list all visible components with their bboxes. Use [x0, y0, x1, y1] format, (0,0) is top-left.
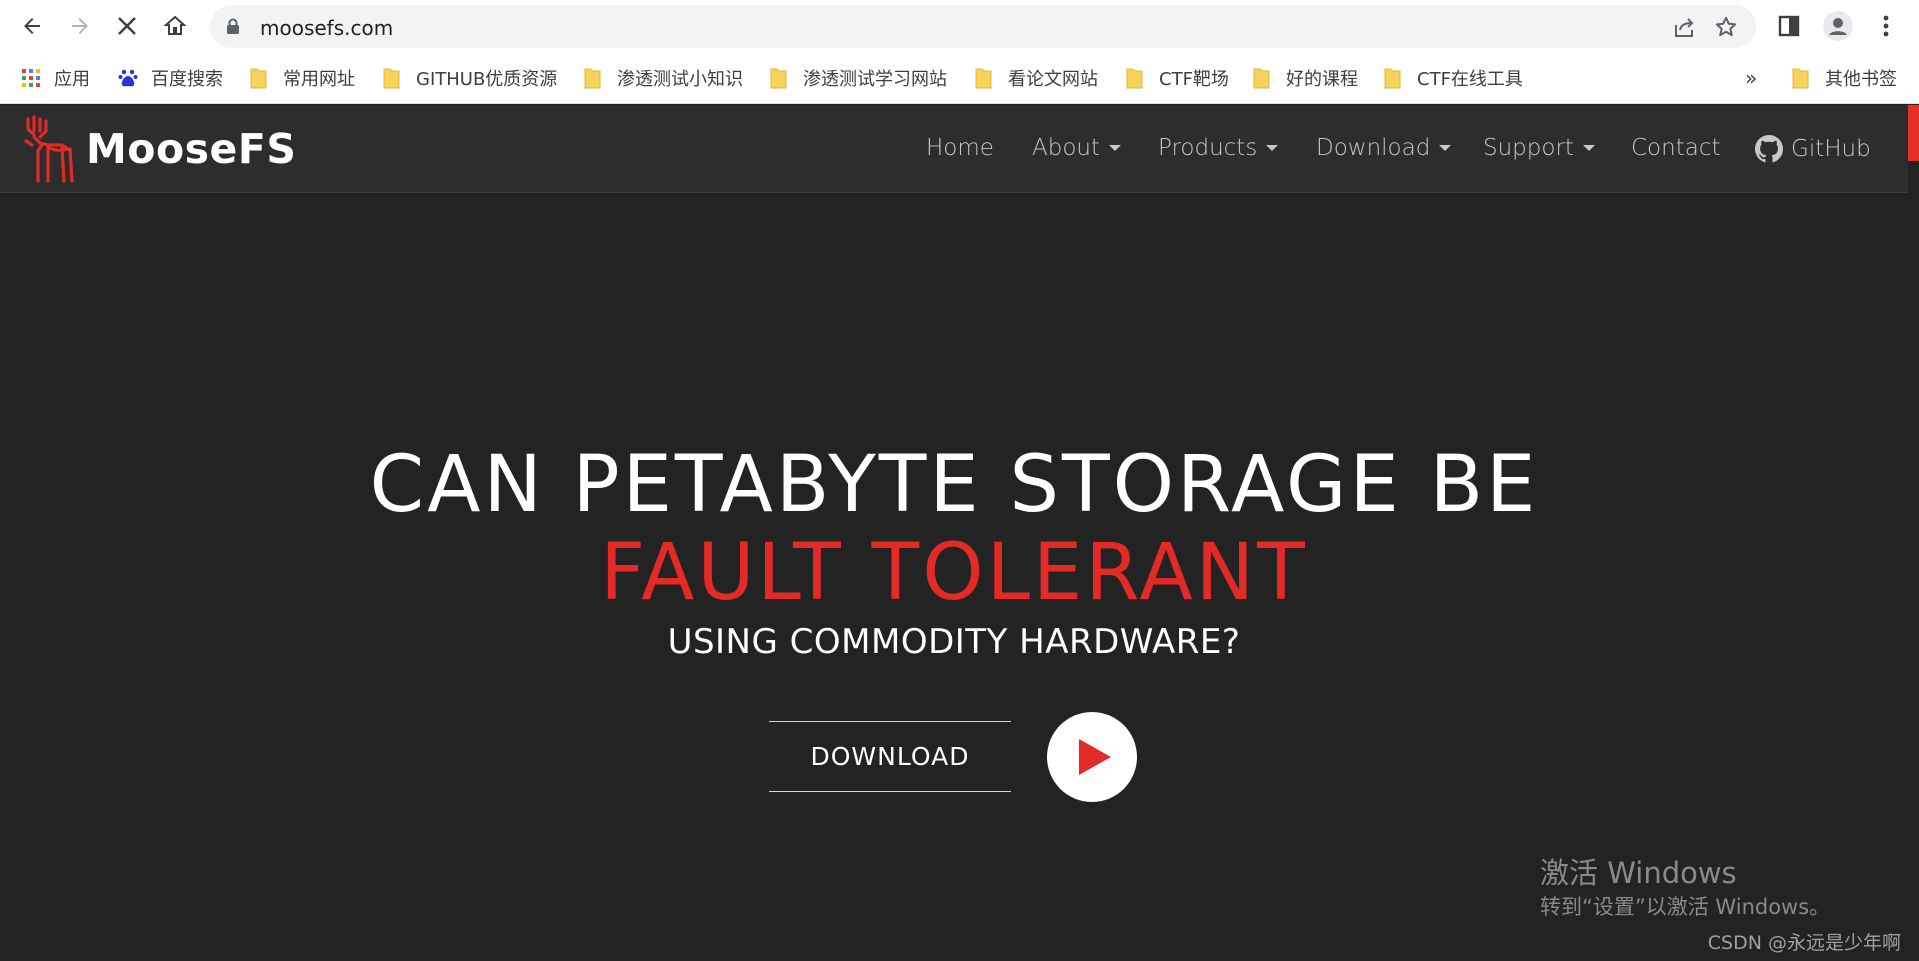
- bookmark-folder-github[interactable]: GITHUB优质资源: [383, 65, 557, 91]
- nav-about[interactable]: About: [1032, 135, 1122, 161]
- bookmark-label: 应用: [54, 69, 90, 90]
- bookmarks-bar: 应用 百度搜索 常用网址 GITHUB优质资源 渗透测试小知识 渗透测试学习网站…: [0, 52, 1919, 104]
- back-arrow-icon[interactable]: [16, 10, 48, 42]
- site-navbar: MooseFS Home About Products Download Sup…: [0, 105, 1908, 193]
- site-logo[interactable]: MooseFS: [20, 115, 296, 183]
- caret-down-icon: [1439, 145, 1452, 151]
- forward-arrow-icon[interactable]: [64, 10, 96, 42]
- windows-activation-subtitle: 转到“设置”以激活 Windows。: [1540, 895, 1831, 919]
- bookmark-folder-other[interactable]: 其他书签: [1792, 65, 1897, 91]
- nav-download[interactable]: Download: [1316, 135, 1452, 161]
- lock-icon[interactable]: [226, 18, 240, 40]
- nav-contact-label: Contact: [1631, 135, 1721, 161]
- nav-products[interactable]: Products: [1158, 135, 1279, 161]
- bookmarks-overflow-button[interactable]: »: [1745, 65, 1757, 91]
- bookmark-label: 渗透测试学习网站: [803, 69, 947, 90]
- bookmark-label: 百度搜索: [151, 69, 223, 90]
- stop-loading-icon[interactable]: [111, 10, 143, 42]
- caret-down-icon: [1266, 145, 1279, 151]
- bookmark-label: 渗透测试小知识: [617, 69, 743, 90]
- apps-grid-icon: [22, 69, 40, 87]
- bookmark-folder-courses[interactable]: 好的课程: [1253, 65, 1358, 91]
- folder-icon: [1384, 67, 1401, 89]
- hero-heading-line1: CAN PETABYTE STORAGE BE: [369, 440, 1539, 530]
- folder-icon: [383, 67, 400, 89]
- bookmark-label: 看论文网站: [1008, 69, 1098, 90]
- browser-toolbar: moosefs.com: [0, 0, 1919, 52]
- scrollbar-thumb[interactable]: [1908, 105, 1919, 161]
- nav-home-label: Home: [926, 135, 994, 161]
- nav-support-label: Support: [1483, 135, 1574, 161]
- nav-home[interactable]: Home: [926, 135, 994, 161]
- folder-icon: [975, 67, 992, 89]
- home-icon[interactable]: [159, 10, 191, 42]
- bookmark-apps[interactable]: 应用: [22, 65, 90, 91]
- hero-subheading: USING COMMODITY HARDWARE?: [667, 622, 1241, 662]
- bookmark-label: CTF靶场: [1159, 69, 1229, 90]
- download-button-label: DOWNLOAD: [810, 742, 970, 771]
- baidu-paw-icon: [118, 68, 138, 88]
- moose-logo-icon: [20, 115, 80, 183]
- play-icon: [1079, 739, 1111, 775]
- share-icon[interactable]: [1672, 16, 1696, 43]
- folder-icon: [1126, 67, 1143, 89]
- logo-text: MooseFS: [86, 125, 297, 173]
- bookmark-folder-common-sites[interactable]: 常用网址: [250, 65, 355, 91]
- bookmark-label: 常用网址: [283, 69, 355, 90]
- nav-contact[interactable]: Contact: [1631, 135, 1720, 161]
- bookmark-label: 其他书签: [1825, 69, 1897, 90]
- bookmark-label: 好的课程: [1286, 69, 1358, 90]
- url-text[interactable]: moosefs.com: [260, 16, 393, 40]
- folder-icon: [770, 67, 787, 89]
- caret-down-icon: [1109, 145, 1122, 151]
- profile-icon[interactable]: [1822, 10, 1854, 42]
- kebab-menu-icon[interactable]: [1870, 10, 1902, 42]
- nav-download-label: Download: [1316, 135, 1431, 161]
- github-icon: [1755, 135, 1783, 163]
- folder-icon: [1253, 67, 1270, 89]
- bookmark-folder-ctf-tools[interactable]: CTF在线工具: [1384, 65, 1523, 91]
- hero-download-button[interactable]: DOWNLOAD: [769, 721, 1011, 792]
- nav-github[interactable]: GitHub: [1755, 135, 1871, 163]
- nav-products-label: Products: [1158, 135, 1258, 161]
- nav-support[interactable]: Support: [1483, 135, 1595, 161]
- bookmark-label: CTF在线工具: [1417, 69, 1523, 90]
- folder-icon: [584, 67, 601, 89]
- folder-icon: [250, 67, 267, 89]
- caret-down-icon: [1582, 145, 1595, 151]
- side-panel-icon[interactable]: [1773, 10, 1805, 42]
- bookmark-baidu[interactable]: 百度搜索: [118, 65, 223, 91]
- nav-github-label: GitHub: [1791, 136, 1871, 162]
- bookmark-folder-pentest-sites[interactable]: 渗透测试学习网站: [770, 65, 947, 91]
- windows-activation-title: 激活 Windows: [1540, 856, 1737, 890]
- bookmark-label: GITHUB优质资源: [416, 69, 558, 90]
- play-video-button[interactable]: [1047, 712, 1137, 802]
- bookmark-folder-pentest-tips[interactable]: 渗透测试小知识: [584, 65, 743, 91]
- bookmark-star-icon[interactable]: [1714, 15, 1738, 44]
- hero-heading-line2: FAULT TOLERANT: [600, 528, 1308, 618]
- hero-section: CAN PETABYTE STORAGE BE FAULT TOLERANT U…: [0, 194, 1908, 961]
- bookmark-folder-papers[interactable]: 看论文网站: [975, 65, 1098, 91]
- nav-about-label: About: [1032, 135, 1101, 161]
- address-bar[interactable]: moosefs.com: [210, 5, 1756, 48]
- bookmark-folder-ctf-range[interactable]: CTF靶场: [1126, 65, 1229, 91]
- csdn-watermark: CSDN @永远是少年啊: [1707, 932, 1901, 954]
- folder-icon: [1792, 67, 1809, 89]
